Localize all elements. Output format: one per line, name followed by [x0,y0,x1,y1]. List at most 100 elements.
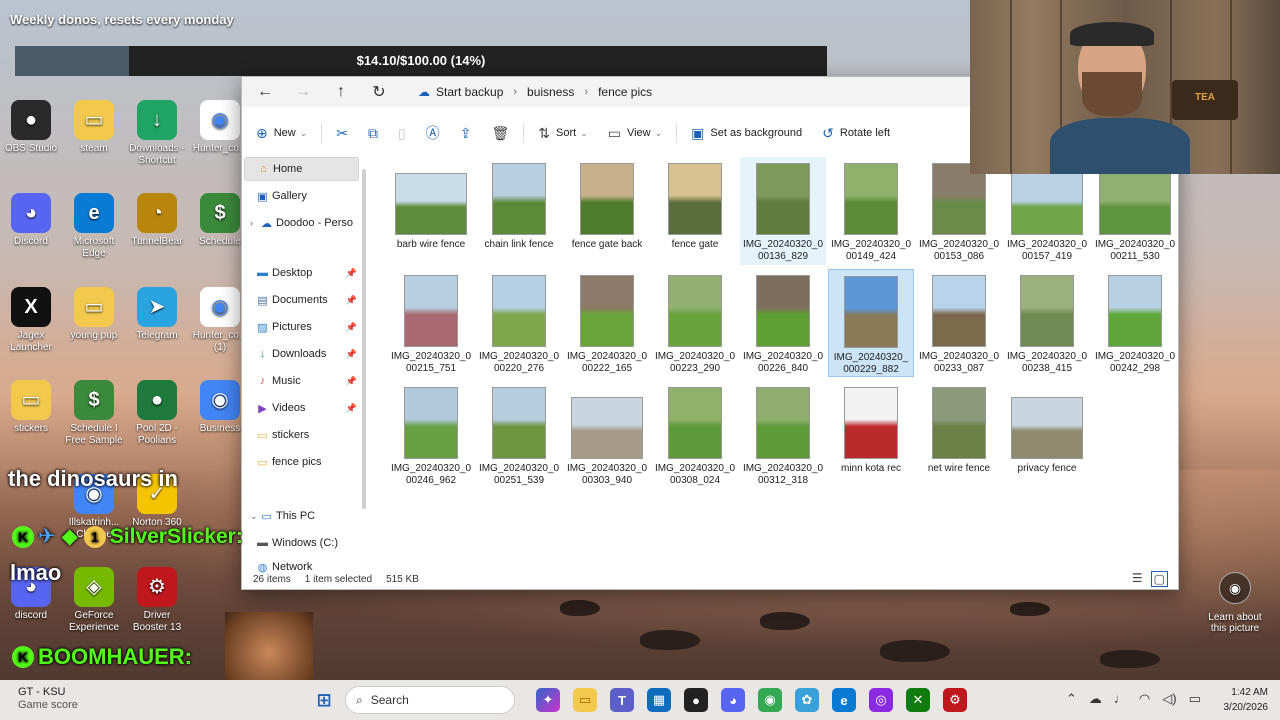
sidebar-item-this-pc[interactable]: ⌄ ▭ This PC [244,504,359,528]
file-item[interactable]: IMG_20240320_000226_840 [740,269,826,377]
clock[interactable]: 1:42 AM 3/20/2026 [1224,685,1269,715]
file-item[interactable]: IMG_20240320_000308_024 [652,381,738,489]
desktop-icon-item[interactable]: e Microsoft Edge [63,193,125,260]
microphone-icon[interactable]: ♩ [1114,691,1127,707]
desktop-icon-item[interactable]: ◔ TunnelBear [126,193,188,248]
sidebar-item-pictures[interactable]: ▨ Pictures 📌 [244,315,359,339]
start-windows-icon[interactable]: ⊞ [312,688,336,712]
file-item[interactable]: fence gate back [564,157,650,265]
chevron-up-icon[interactable]: ⌃ [1066,691,1077,707]
file-item[interactable]: chain link fence [476,157,562,265]
set-as-background-button[interactable]: ▣ Set as background [681,119,812,147]
learn-about-this-picture[interactable]: ◉ Learn about this picture [1200,572,1270,634]
sidebar-item-documents[interactable]: ▤ Documents 📌 [244,288,359,312]
photos-icon[interactable]: ✿ [795,688,819,712]
copilot-icon[interactable]: ✦ [536,688,560,712]
file-item[interactable]: IMG_20240320_000246_962 [388,381,474,489]
file-item[interactable]: barb wire fence [388,157,474,265]
sidebar-item-desktop[interactable]: ▬ Desktop 📌 [244,261,359,285]
thumbnail-view-icon[interactable]: ▢ [1150,571,1168,587]
obs-icon[interactable]: ● [684,688,708,712]
expand-icon[interactable]: › [250,218,253,228]
volume-icon[interactable]: ◁) [1162,691,1176,707]
chrome-icon[interactable]: ◉ [758,688,782,712]
refresh-button[interactable]: ↻ [360,77,398,107]
sidebar-item-stickers[interactable]: ▭ stickers [244,423,359,447]
file-item[interactable]: IMG_20240320_000251_539 [476,381,562,489]
desktop-icon-item[interactable]: $ Schedule I Free Sample [63,380,125,447]
desktop-icon-item[interactable]: ● Pool 2D - Poolians [126,380,188,447]
sidebar-item-music[interactable]: ♪ Music 📌 [244,369,359,393]
file-item[interactable]: IMG_20240320_000215_751 [388,269,474,377]
file-item[interactable]: IMG_20240320_000223_290 [652,269,738,377]
file-name: privacy fence [1017,463,1077,474]
delete-button[interactable]: 🗑 [481,119,519,147]
edge-icon[interactable]: e [832,688,856,712]
desktop-icon-item[interactable]: ⚙ Driver Booster 13 [126,567,188,634]
view-button[interactable]: ▭ View ⌄ [598,119,672,147]
teams-icon[interactable]: T [610,688,634,712]
network-icon[interactable]: ☁ [1089,691,1102,707]
sort-button[interactable]: ⇅ Sort ⌄ [528,119,597,147]
file-item[interactable]: IMG_20240320_000220_276 [476,269,562,377]
breadcrumb-label: Start backup [436,85,504,99]
cut-button[interactable]: ✂ [326,119,358,147]
image-thumbnail [844,387,898,459]
breadcrumb-item-buisness[interactable]: buisness [519,85,582,99]
up-button[interactable]: ↑ [322,77,360,107]
file-item[interactable]: minn kota rec [828,381,914,489]
details-view-icon[interactable]: ☰ [1132,571,1143,587]
desktop-icon-item[interactable]: ◈ GeForce Experience [63,567,125,634]
file-item[interactable]: IMG_20240320_000233_087 [916,269,1002,377]
breadcrumb-item-fence-pics[interactable]: fence pics [590,85,660,99]
desktop-icon-item[interactable]: X Jagex Launcher [0,287,62,354]
store-icon[interactable]: ▦ [647,688,671,712]
file-item[interactable]: privacy fence [1004,381,1090,489]
file-explorer-icon[interactable]: ▭ [573,688,597,712]
driver-booster-icon[interactable]: ⚙ [943,688,967,712]
file-item[interactable]: IMG_20240320_000242_298 [1092,269,1178,377]
file-item[interactable]: IMG_20240320_000136_829 [740,157,826,265]
desktop-icon-item[interactable]: ● OBS Studio [0,100,62,155]
file-item[interactable]: fence gate [652,157,738,265]
file-item[interactable]: IMG_20240320_000238_415 [1004,269,1090,377]
app-icon[interactable]: ◎ [869,688,893,712]
sidebar-item-downloads[interactable]: ↓ Downloads 📌 [244,342,359,366]
wifi-icon[interactable]: ◠ [1139,691,1150,707]
paste-button[interactable]: ▯ [388,119,416,147]
desktop-icon-item[interactable]: ↓ Downloads - Shortcut [126,100,188,167]
desktop-icon-item[interactable]: ➤ Telegram [126,287,188,342]
file-item[interactable]: net wire fence [916,381,1002,489]
breadcrumb-item-start-backup[interactable]: ☁ Start backup [410,85,511,99]
file-item[interactable]: IMG_20240320_000312_318 [740,381,826,489]
file-item[interactable]: IMG_20240320_000303_940 [564,381,650,489]
new-button[interactable]: ⊕ New ⌄ [242,119,317,147]
sidebar-item-videos[interactable]: ▶ Videos 📌 [244,396,359,420]
sidebar-item-home[interactable]: ⌂ Home [244,157,359,181]
plus-icon: ⊕ [256,124,268,141]
taskbar-search[interactable]: ⌕ Search [345,686,515,714]
desktop-icon-item[interactable]: ▭ steam [63,100,125,155]
forward-button[interactable]: → [284,77,322,107]
share-button[interactable]: ⇪ [450,119,482,147]
file-item[interactable]: IMG_20240320_000149_424 [828,157,914,265]
desktop-icon-item[interactable]: ▭ stickers [0,380,62,435]
desktop-icon-item[interactable]: ◕ Discord [0,193,62,248]
file-item[interactable]: IMG_20240320_000229_882 [828,269,914,377]
navigation-scrollbar[interactable] [362,169,366,509]
back-button[interactable]: ← [246,77,284,107]
rename-button[interactable]: Ⓐ [416,119,450,147]
sidebar-item-gallery[interactable]: ▣ Gallery [244,184,359,208]
discord-icon[interactable]: ◕ [721,688,745,712]
battery-icon[interactable]: ▭ [1189,691,1201,707]
widgets-score[interactable]: GT - KSU Game score [18,686,78,712]
copy-button[interactable]: ⧉ [358,119,388,147]
desktop-icon-item[interactable]: ▭ young pup [63,287,125,342]
sidebar-item-fence-pics[interactable]: ▭ fence pics [244,450,359,474]
expand-icon[interactable]: ⌄ [250,511,258,522]
sidebar-item-doodoo-perso[interactable]: › ☁ Doodoo - Perso [244,211,359,235]
rotate-left-button[interactable]: ↺ Rotate left [812,119,900,147]
sidebar-item-windows-c-[interactable]: ▬ Windows (C:) [244,531,359,555]
file-item[interactable]: IMG_20240320_000222_165 [564,269,650,377]
xbox-icon[interactable]: ✕ [906,688,930,712]
